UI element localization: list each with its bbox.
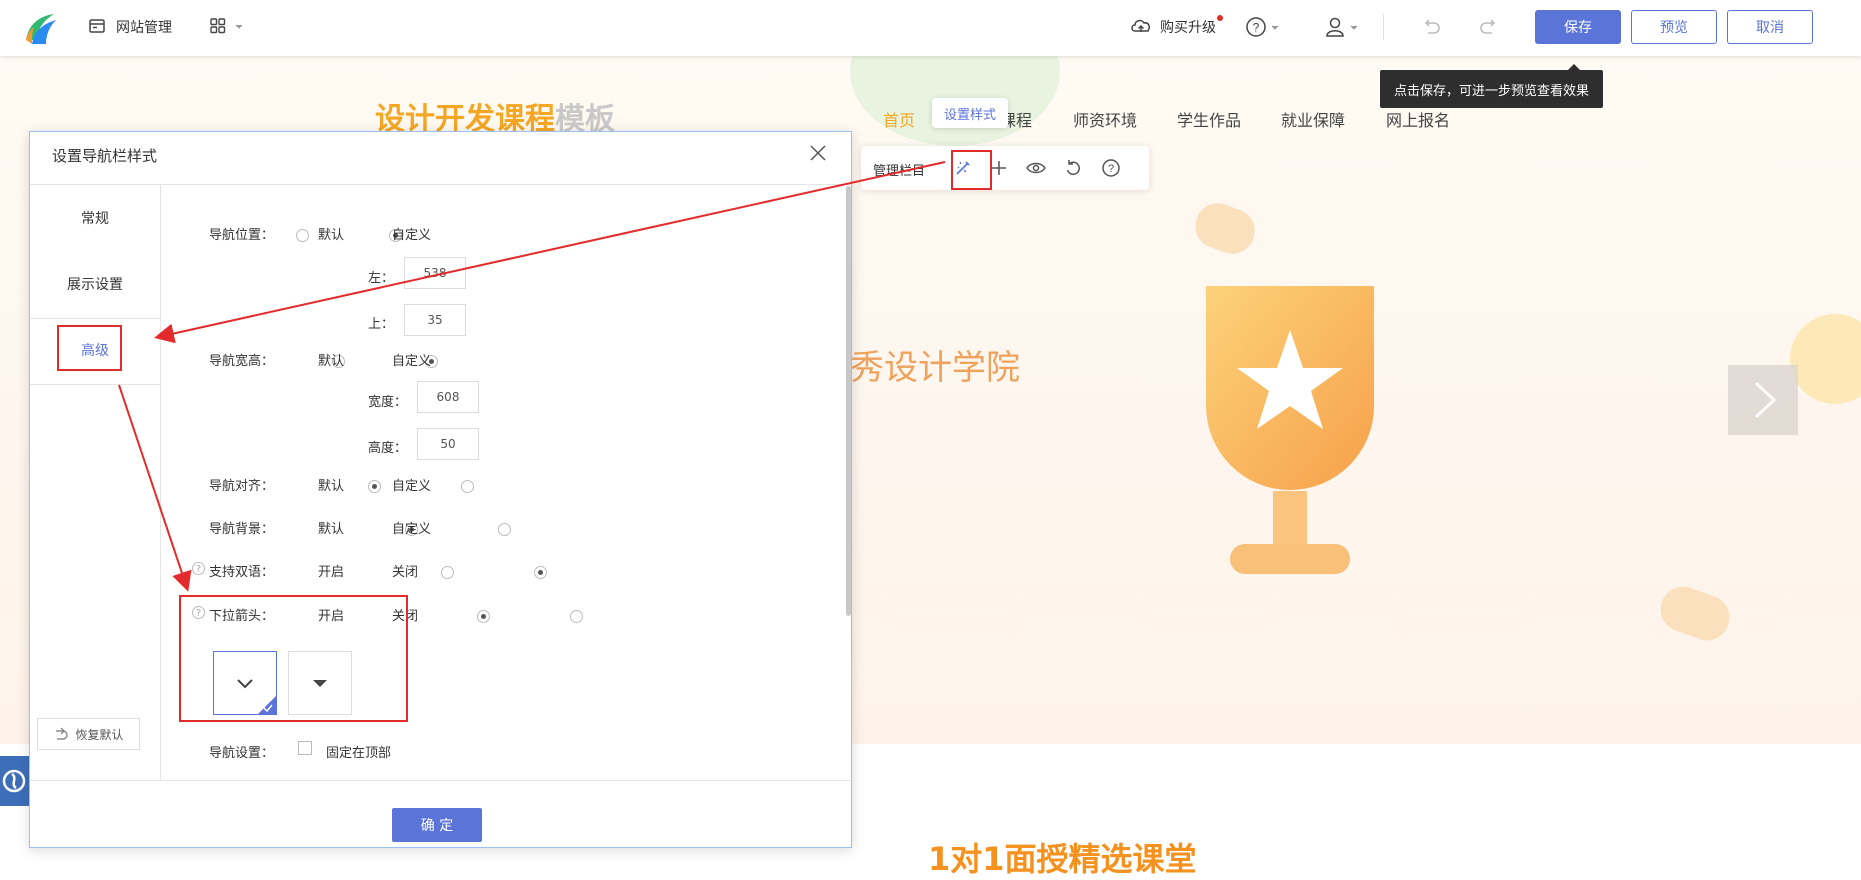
decor-cross [1189, 197, 1261, 260]
bilingual-label: 支持双语： [209, 565, 275, 580]
annotation-highlight-advanced [57, 325, 122, 371]
manage-toolbar: 管理栏目 ? [861, 146, 1149, 190]
svg-text:?: ? [1253, 21, 1260, 35]
dialog-form: 导航位置： 默认 自定义 左： 538 上： 35 导航宽高： 默认 自定义 宽… [161, 185, 851, 780]
redo-icon[interactable] [1478, 16, 1500, 38]
nav-align-custom-label: 自定义 [392, 479, 432, 494]
annotation-highlight-set-style [951, 150, 992, 190]
width-label: 宽度： [368, 395, 408, 410]
nav-bg-label: 导航背景： [209, 522, 275, 537]
restore-icon [56, 727, 69, 740]
nav-align-default-label: 默认 [318, 479, 345, 494]
toolbar-divider [1383, 14, 1384, 40]
nav-position-default-radio[interactable] [296, 229, 309, 242]
nav-align-default-radio[interactable] [368, 480, 382, 493]
nav-align-label: 导航对齐： [209, 479, 275, 494]
help-icon[interactable]: ? [1245, 16, 1281, 38]
apps-grid-icon[interactable] [210, 17, 244, 37]
carousel-next-button[interactable] [1728, 365, 1798, 435]
confirm-button[interactable]: 确 定 [392, 808, 482, 842]
nav-bg-custom-label: 自定义 [392, 522, 432, 537]
top-toolbar: 网站管理 购买升级 ? 保存 预览 取消 [0, 0, 1861, 56]
save-button[interactable]: 保存 [1535, 10, 1621, 44]
save-tooltip: 点击保存，可进一步预览查看效果 [1380, 64, 1604, 108]
reset-icon[interactable] [1061, 156, 1085, 180]
close-icon[interactable] [807, 142, 829, 164]
dropdown-arrow-off-radio[interactable] [570, 610, 584, 623]
nav-bg-default-label: 默认 [318, 522, 345, 537]
pos-left-label: 左： [368, 271, 395, 286]
trophy-illustration [1200, 286, 1380, 586]
nav-size-label: 导航宽高： [209, 354, 275, 369]
svg-text:?: ? [1108, 163, 1114, 175]
dropdown-arrow-on-radio[interactable] [476, 610, 490, 623]
decor-cross [1654, 580, 1736, 647]
tooltip-arrow [1568, 64, 1580, 70]
pos-top-label: 上： [368, 317, 395, 332]
annotation-highlight-dropdown-arrow [179, 595, 408, 722]
hero-title: 秀设计学院 [850, 348, 1020, 388]
nav-item-employment[interactable]: 就业保障 [1281, 107, 1345, 131]
nav-item-signup[interactable]: 网上报名 [1386, 107, 1450, 131]
fixed-top-checkbox[interactable] [298, 741, 312, 755]
notification-dot [1217, 15, 1223, 21]
site-manage-icon[interactable] [88, 17, 108, 37]
decor-circle [1790, 314, 1861, 404]
nav-align-custom-radio[interactable] [461, 480, 475, 493]
nav-size-default-label: 默认 [318, 354, 345, 369]
section-title: 1对1面授精选课堂 [928, 840, 1197, 878]
height-input[interactable]: 50 [417, 428, 479, 460]
visibility-eye-icon[interactable] [1024, 156, 1048, 180]
app-logo[interactable] [22, 10, 58, 46]
manage-help-icon[interactable]: ? [1099, 156, 1123, 180]
bilingual-on-radio[interactable] [440, 566, 454, 579]
nav-item-home[interactable]: 首页 [883, 107, 915, 131]
pos-top-input[interactable]: 35 [404, 304, 466, 336]
restore-default-button[interactable]: 恢复默认 [37, 718, 140, 750]
bilingual-help-icon[interactable]: ? [192, 562, 205, 575]
buy-upgrade-link[interactable]: 购买升级 [1160, 17, 1216, 37]
width-input[interactable]: 608 [417, 381, 479, 413]
float-service-icon[interactable] [0, 756, 29, 806]
tab-display-settings[interactable]: 展示设置 [30, 274, 160, 294]
user-account-icon[interactable] [1324, 16, 1360, 38]
nav-style-dialog: 设置导航栏样式 常规 展示设置 高级 恢复默认 导航位置： 默认 自定义 左： … [29, 131, 852, 848]
nav-size-custom-label: 自定义 [392, 354, 432, 369]
nav-position-label: 导航位置： [209, 228, 275, 243]
site-manage-link[interactable]: 网站管理 [116, 17, 172, 37]
nav-item-works[interactable]: 学生作品 [1177, 107, 1241, 131]
nav-position-default-label: 默认 [318, 228, 345, 243]
bilingual-on-label: 开启 [318, 565, 345, 580]
bilingual-off-label: 关闭 [392, 565, 419, 580]
fixed-top-label: 固定在顶部 [326, 746, 392, 761]
preview-button[interactable]: 预览 [1631, 10, 1717, 44]
pos-left-input[interactable]: 538 [404, 257, 466, 289]
sidebar-divider [30, 318, 160, 319]
save-tooltip-text: 点击保存，可进一步预览查看效果 [1380, 70, 1604, 108]
set-style-tooltip: 设置样式 [932, 98, 1008, 128]
dialog-footer-divider [30, 780, 851, 781]
undo-icon[interactable] [1420, 16, 1442, 38]
nav-bg-custom-radio[interactable] [497, 523, 511, 536]
dialog-title: 设置导航栏样式 [52, 147, 158, 165]
tab-general[interactable]: 常规 [30, 208, 160, 228]
dialog-sidebar: 常规 展示设置 高级 恢复默认 [30, 185, 161, 780]
nav-item-teachers[interactable]: 师资环境 [1073, 107, 1137, 131]
cloud-upload-icon[interactable] [1130, 17, 1152, 37]
bilingual-off-radio[interactable] [533, 566, 547, 579]
cancel-button[interactable]: 取消 [1727, 10, 1813, 44]
height-label: 高度： [368, 441, 408, 456]
sidebar-divider [30, 384, 160, 385]
manage-columns-label[interactable]: 管理栏目 [873, 160, 925, 179]
nav-setting-label: 导航设置： [209, 746, 275, 761]
restore-default-label: 恢复默认 [75, 727, 124, 742]
dialog-scrollbar[interactable] [846, 186, 851, 616]
nav-position-custom-label: 自定义 [392, 228, 432, 243]
